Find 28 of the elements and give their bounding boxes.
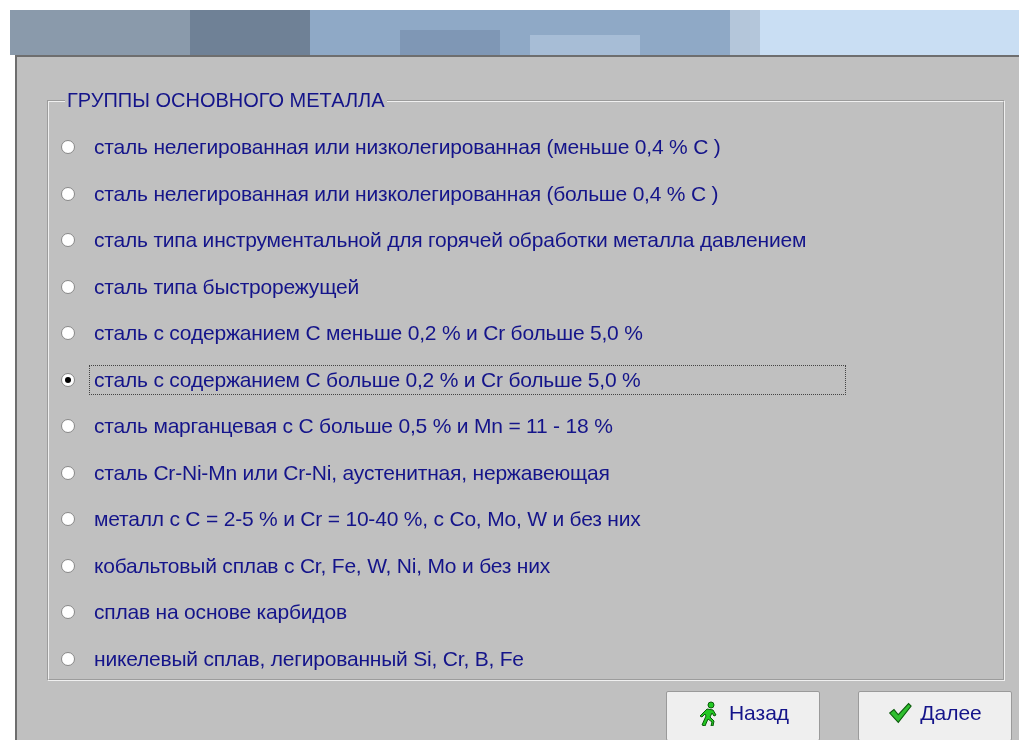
- option-label[interactable]: никелевый сплав, легированный Si, Cr, B, Fe: [89, 643, 529, 674]
- option-label[interactable]: сталь типа быстрорежущей: [89, 271, 364, 302]
- checkmark-icon: [888, 700, 913, 726]
- radio-button[interactable]: [61, 512, 75, 527]
- radio-button[interactable]: [61, 465, 75, 480]
- radio-button[interactable]: [61, 326, 75, 341]
- radio-button[interactable]: [61, 419, 75, 434]
- radio-button[interactable]: [61, 605, 75, 620]
- option-label[interactable]: кобальтовый сплав с Cr, Fe, W, Ni, Mo и без них: [89, 550, 556, 581]
- option-label[interactable]: металл с C = 2-5 % и Cr = 10-40 %, с Co, Mo, W и без них: [89, 504, 646, 535]
- radio-button[interactable]: [61, 186, 75, 201]
- option-label[interactable]: сталь нелегированная или низколегированная (меньше 0,4 % C ): [89, 132, 726, 163]
- option-label[interactable]: сталь марганцевая с C больше 0,5 % и Mn = 11 - 18 %: [89, 411, 618, 442]
- radio-button[interactable]: [61, 372, 75, 387]
- option-label[interactable]: сталь Cr-Ni-Mn или Cr-Ni, аустенитная, нержавеющая: [89, 457, 615, 488]
- back-button[interactable]: Назад: [666, 691, 820, 740]
- option-label[interactable]: сплав на основе карбидов: [89, 597, 352, 628]
- option-label[interactable]: сталь типа инструментальной для горячей обработки металла давлением: [89, 225, 812, 256]
- option-label[interactable]: сталь с содержанием C больше 0,2 % и Cr больше 5,0 %: [89, 364, 846, 395]
- radio-button[interactable]: [61, 140, 75, 155]
- radio-button[interactable]: [61, 233, 75, 248]
- next-button[interactable]: Далее: [858, 691, 1012, 740]
- option-label[interactable]: сталь с содержанием C меньше 0,2 % и Cr больше 5,0 %: [89, 318, 648, 349]
- radio-button[interactable]: [61, 558, 75, 573]
- radio-button[interactable]: [61, 651, 75, 666]
- group-title: ГРУППЫ ОСНОВНОГО МЕТАЛЛА: [66, 89, 386, 112]
- option-label[interactable]: сталь нелегированная или низколегированная (больше 0,4 % C ): [89, 178, 724, 209]
- radio-button[interactable]: [61, 279, 75, 294]
